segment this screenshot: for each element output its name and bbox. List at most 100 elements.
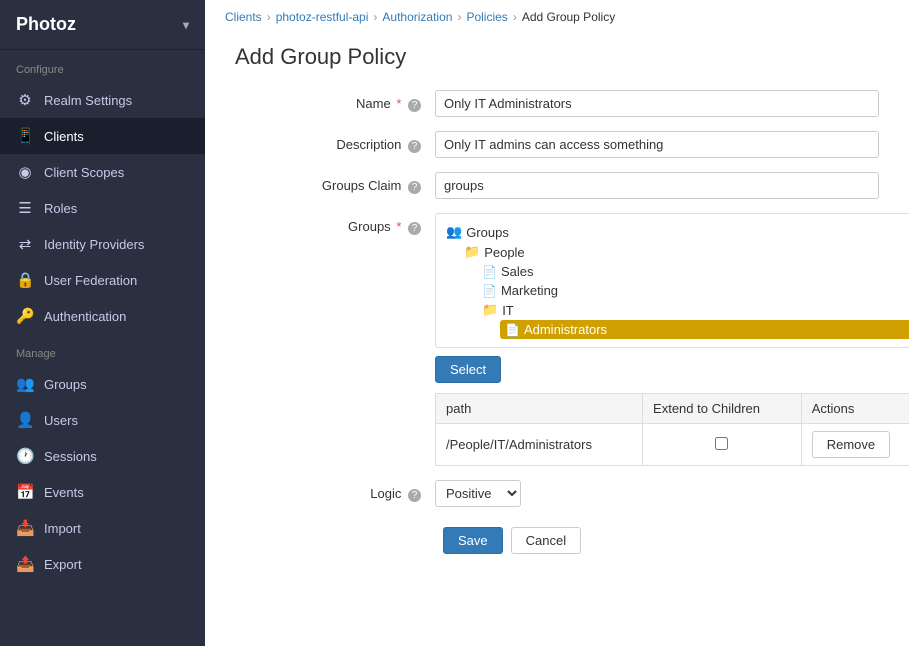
sidebar-item-label: User Federation: [44, 273, 137, 288]
it-folder-icon: 📁: [482, 302, 498, 318]
extend-checkbox[interactable]: [715, 437, 728, 450]
col-actions: Actions: [801, 394, 909, 424]
user-federation-icon: 🔒: [16, 271, 34, 289]
sidebar-brand[interactable]: Photoz ▾: [0, 0, 205, 50]
users-icon: 👤: [16, 411, 34, 429]
table-body: /People/IT/Administrators Remove: [436, 424, 909, 466]
sidebar-item-roles[interactable]: ☰ Roles: [0, 190, 205, 226]
groups-row: Groups * ? 👥 Groups: [235, 213, 879, 466]
select-button[interactable]: Select: [435, 356, 501, 383]
name-help-icon[interactable]: ?: [408, 99, 421, 112]
logic-help-icon[interactable]: ?: [408, 489, 421, 502]
name-required: *: [396, 96, 401, 111]
breadcrumb-authorization[interactable]: Authorization: [382, 10, 452, 24]
page-content: Add Group Policy Name * ? Description ? …: [205, 34, 909, 598]
cell-extend[interactable]: [643, 424, 802, 466]
select-button-area: Select: [435, 348, 909, 383]
events-icon: 📅: [16, 483, 34, 501]
sales-doc-icon: 📄: [482, 265, 497, 279]
cell-path: /People/IT/Administrators: [436, 424, 643, 466]
sidebar-item-label: Client Scopes: [44, 165, 124, 180]
breadcrumb-photoz[interactable]: photoz-restful-api: [276, 10, 369, 24]
description-input[interactable]: [435, 131, 879, 158]
cancel-button[interactable]: Cancel: [511, 527, 581, 554]
name-row: Name * ?: [235, 90, 879, 117]
tree-node-it: 📁 IT 📄 Administrators: [464, 300, 909, 339]
description-row: Description ?: [235, 131, 879, 158]
table-head: path Extend to Children Actions: [436, 394, 909, 424]
sidebar-item-user-federation[interactable]: 🔒 User Federation: [0, 262, 205, 298]
groups-required: *: [396, 219, 401, 234]
col-path: path: [436, 394, 643, 424]
it-label: IT: [502, 303, 514, 318]
breadcrumb-clients[interactable]: Clients: [225, 10, 262, 24]
sidebar-item-label: Roles: [44, 201, 77, 216]
col-extend: Extend to Children: [643, 394, 802, 424]
sep3: ›: [457, 10, 461, 24]
authentication-icon: 🔑: [16, 307, 34, 325]
tree-node-sales: 📄 Sales: [464, 262, 909, 281]
sidebar-item-realm-settings[interactable]: ⚙ Realm Settings: [0, 82, 205, 118]
breadcrumb-policies[interactable]: Policies: [466, 10, 507, 24]
sidebar: Photoz ▾ Configure ⚙ Realm Settings 📱 Cl…: [0, 0, 205, 646]
name-input[interactable]: [435, 90, 879, 117]
sidebar-item-groups[interactable]: 👥 Groups: [0, 366, 205, 402]
sidebar-item-export[interactable]: 📤 Export: [0, 546, 205, 582]
action-buttons-row: Save Cancel: [235, 527, 879, 554]
groups-claim-help-icon[interactable]: ?: [408, 181, 421, 194]
sep1: ›: [267, 10, 271, 24]
tree-item-sales[interactable]: 📄 Sales: [482, 262, 909, 281]
sidebar-item-label: Identity Providers: [44, 237, 144, 252]
remove-button[interactable]: Remove: [812, 431, 890, 458]
tree-item-administrators[interactable]: 📄 Administrators: [500, 320, 909, 339]
brand-chevron: ▾: [183, 18, 189, 32]
sidebar-item-sessions[interactable]: 🕐 Sessions: [0, 438, 205, 474]
tree-item-it[interactable]: 📁 IT: [482, 300, 909, 320]
manage-section-label: Manage: [0, 334, 205, 366]
logic-select[interactable]: Positive Negative: [435, 480, 521, 507]
clients-icon: 📱: [16, 127, 34, 145]
sidebar-item-import[interactable]: 📥 Import: [0, 510, 205, 546]
groups-claim-input[interactable]: [435, 172, 879, 199]
sidebar-item-events[interactable]: 📅 Events: [0, 474, 205, 510]
description-help-icon[interactable]: ?: [408, 140, 421, 153]
sep2: ›: [373, 10, 377, 24]
sidebar-item-label: Sessions: [44, 449, 97, 464]
groups-claim-row: Groups Claim ?: [235, 172, 879, 199]
sidebar-item-label: Events: [44, 485, 84, 500]
sidebar-item-users[interactable]: 👤 Users: [0, 402, 205, 438]
sidebar-item-client-scopes[interactable]: ◉ Client Scopes: [0, 154, 205, 190]
people-folder-icon: 📁: [464, 244, 480, 260]
save-button[interactable]: Save: [443, 527, 503, 554]
logic-row: Logic ? Positive Negative: [235, 480, 879, 507]
brand-name: Photoz: [16, 14, 76, 35]
groups-claim-label: Groups Claim ?: [235, 172, 435, 194]
name-label: Name * ?: [235, 90, 435, 112]
sidebar-item-clients[interactable]: 📱 Clients: [0, 118, 205, 154]
sidebar-item-identity-providers[interactable]: ⇄ Identity Providers: [0, 226, 205, 262]
administrators-doc-icon: 📄: [505, 323, 520, 337]
groups-tree: 👥 Groups 📁 People: [435, 213, 909, 348]
export-icon: 📤: [16, 555, 34, 573]
sales-label: Sales: [501, 264, 534, 279]
tree-item-marketing[interactable]: 📄 Marketing: [482, 281, 909, 300]
groups-table: path Extend to Children Actions /People/…: [435, 393, 909, 466]
sep4: ›: [513, 10, 517, 24]
sidebar-item-label: Clients: [44, 129, 84, 144]
import-icon: 📥: [16, 519, 34, 537]
page-title: Add Group Policy: [235, 44, 879, 70]
tree-item-people[interactable]: 📁 People: [464, 242, 909, 262]
administrators-label: Administrators: [524, 322, 607, 337]
groups-label: Groups * ?: [235, 213, 435, 235]
tree-node-administrators: 📄 Administrators: [482, 320, 909, 339]
marketing-label: Marketing: [501, 283, 558, 298]
identity-providers-icon: ⇄: [16, 235, 34, 253]
sidebar-item-authentication[interactable]: 🔑 Authentication: [0, 298, 205, 334]
tree-node-marketing: 📄 Marketing: [464, 281, 909, 300]
breadcrumb-current: Add Group Policy: [522, 10, 615, 24]
tree-item-groups-root[interactable]: 👥 Groups: [446, 222, 909, 242]
sidebar-item-label: Import: [44, 521, 81, 536]
groups-help-icon[interactable]: ?: [408, 222, 421, 235]
table-row: /People/IT/Administrators Remove: [436, 424, 909, 466]
breadcrumb: Clients › photoz-restful-api › Authoriza…: [205, 0, 909, 34]
